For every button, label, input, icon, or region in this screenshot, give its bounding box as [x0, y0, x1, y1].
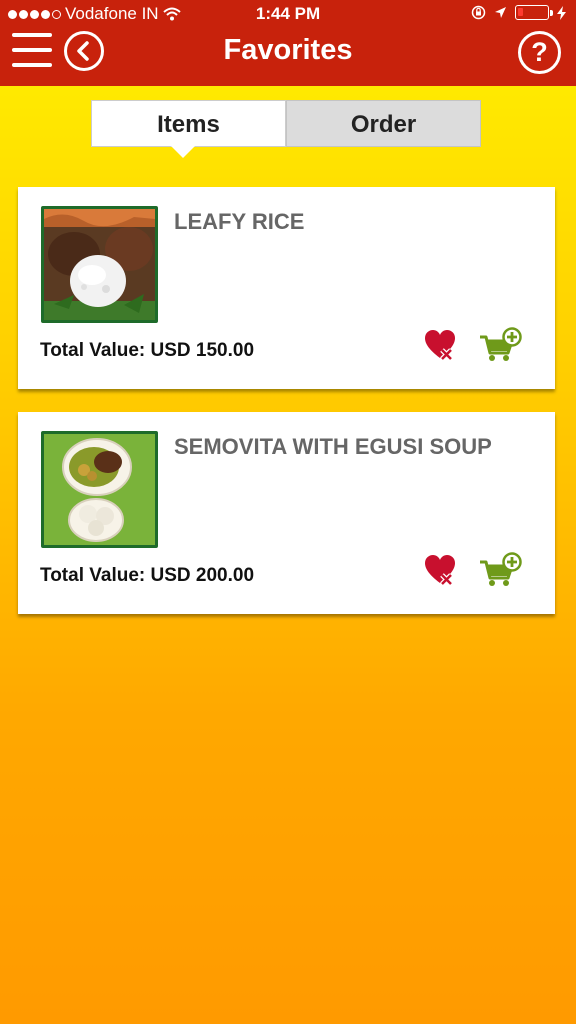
favorite-item-card[interactable]: SEMOVITA WITH EGUSI SOUP Total Value: US…: [18, 412, 555, 614]
remove-favorite-button[interactable]: [424, 554, 458, 588]
favorite-item-card[interactable]: LEAFY RICE Total Value: USD 150.00: [18, 187, 555, 389]
cart-add-icon: [480, 327, 522, 361]
heart-remove-icon: [425, 555, 455, 586]
tab-items[interactable]: Items: [91, 100, 286, 147]
orientation-lock-icon: [471, 5, 486, 20]
page-title: Favorites: [223, 34, 353, 66]
cart-add-icon: [480, 552, 522, 586]
leafy-rice-photo: [41, 206, 158, 323]
heart-remove-icon: [425, 330, 455, 361]
item-total-value: Total Value: USD 150.00: [40, 340, 255, 361]
status-bar: Vodafone IN 1:44 PM: [0, 0, 576, 28]
charging-bolt-icon: [557, 5, 566, 20]
item-name: SEMOVITA WITH EGUSI SOUP: [174, 434, 492, 459]
tab-order[interactable]: Order: [286, 100, 481, 147]
add-to-cart-button[interactable]: [478, 552, 524, 588]
active-tab-pointer: [171, 146, 195, 158]
battery-level: [518, 8, 523, 16]
item-name: LEAFY RICE: [174, 209, 305, 234]
help-button[interactable]: ?: [518, 31, 561, 74]
segmented-tabs: Items Order: [91, 100, 481, 147]
status-right: [471, 5, 566, 20]
location-arrow-icon: [495, 7, 506, 18]
item-total-value: Total Value: USD 200.00: [40, 565, 255, 586]
remove-favorite-button[interactable]: [424, 329, 458, 363]
add-to-cart-button[interactable]: [478, 327, 524, 363]
nav-bar: Favorites ?: [0, 28, 576, 86]
battery-icon: [515, 5, 553, 20]
semovita-egusi-photo: [41, 431, 158, 548]
